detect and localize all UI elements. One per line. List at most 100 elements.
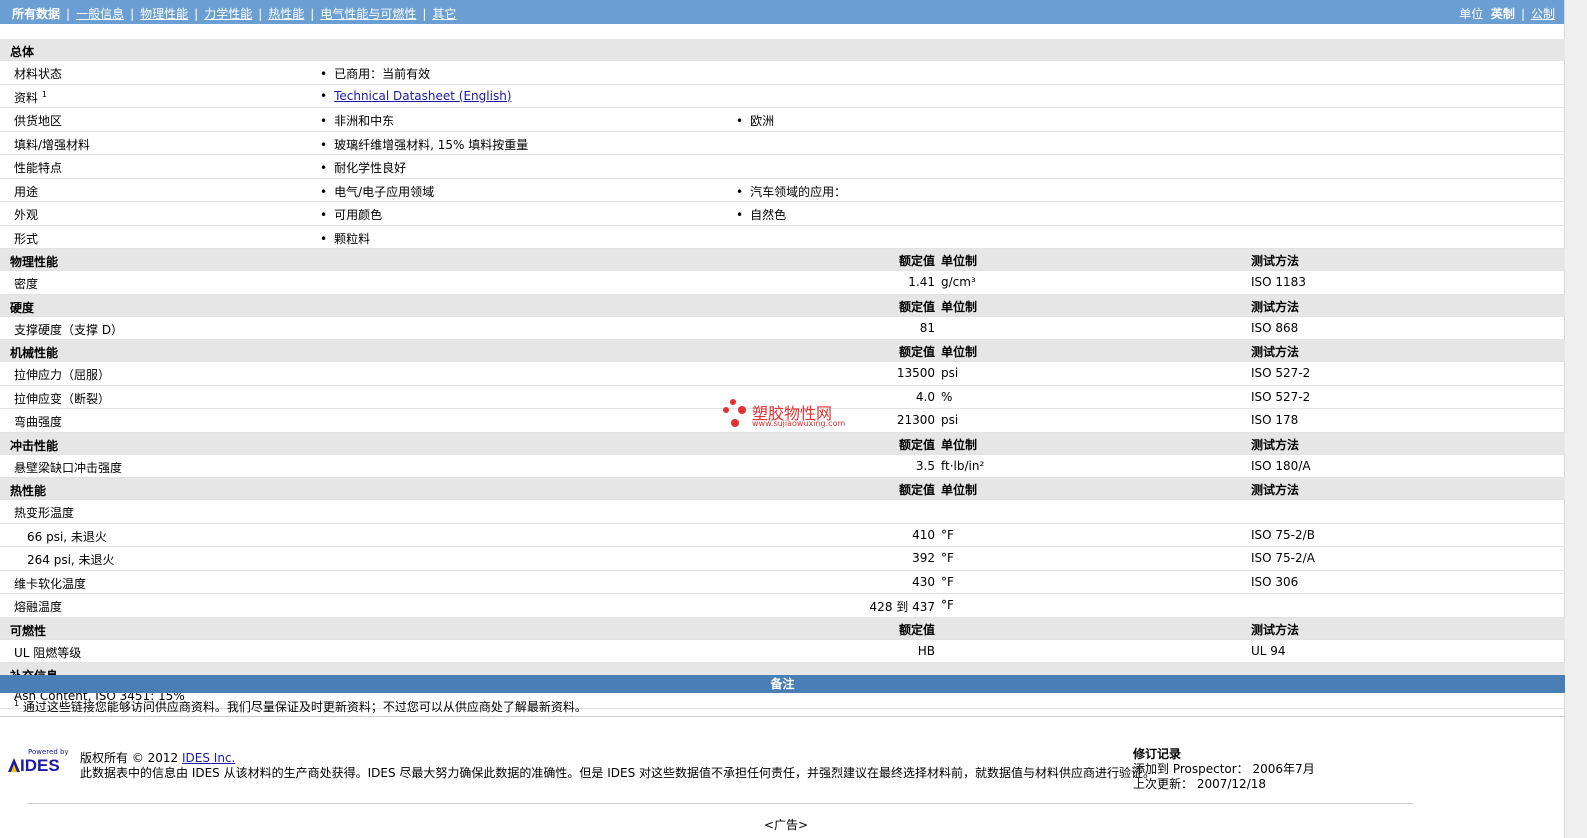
table-row: 热变形温度 bbox=[0, 500, 1565, 524]
ides-link[interactable]: IDES Inc. bbox=[182, 751, 235, 765]
row-label: 弯曲强度 bbox=[14, 415, 63, 429]
row-label: 维卡软化温度 bbox=[14, 576, 87, 591]
col-header-value: 额定值 bbox=[898, 254, 935, 268]
section-header-impact: 冲击性能 额定值 单位制 测试方法 bbox=[0, 432, 1565, 455]
row-label: 供货地区 bbox=[14, 114, 63, 128]
table-row: 66 psi, 未退火 410 °F ISO 75-2/B bbox=[0, 524, 1565, 547]
row-value: 颗粒料 bbox=[320, 230, 370, 247]
row-label: 材料状态 bbox=[14, 67, 63, 81]
col-header-method: 测试方法 bbox=[1251, 254, 1300, 268]
ides-logo-icon bbox=[8, 758, 20, 772]
row-method: ISO 75-2/B bbox=[1251, 527, 1315, 542]
table-row: 熔融温度 428 到 437 °F bbox=[0, 594, 1565, 618]
table-row: 外观 可用颜色 自然色 bbox=[0, 202, 1565, 226]
row-value: 1.41 bbox=[908, 275, 935, 289]
row-label: 熔融温度 bbox=[14, 600, 63, 614]
footnote-marker: 1 bbox=[41, 89, 47, 99]
row-value: 428 到 437 bbox=[869, 600, 935, 614]
tab-thermal[interactable]: 热性能 bbox=[268, 7, 304, 21]
unit-english[interactable]: 英制 bbox=[1491, 7, 1515, 21]
col-header-value: 额定值 bbox=[898, 622, 935, 637]
footnote-text: 通过这些链接您能够访问供应商资料。我们尽量保证及时更新资料；不过您可以从供应商处… bbox=[22, 700, 587, 714]
col-header-method: 测试方法 bbox=[1251, 622, 1300, 637]
row-label: 密度 bbox=[14, 277, 39, 291]
section-header-thermal: 热性能 额定值 单位制 测试方法 bbox=[0, 478, 1565, 500]
table-row: 拉伸应力（屈服） 13500 psi ISO 527-2 bbox=[0, 362, 1565, 386]
col-header-method: 测试方法 bbox=[1251, 483, 1300, 497]
revision-title: 修订记录 bbox=[1133, 747, 1182, 761]
tab-other[interactable]: 其它 bbox=[432, 7, 456, 21]
table-row: 维卡软化温度 430 °F ISO 306 bbox=[0, 571, 1565, 594]
technical-datasheet-link[interactable]: Technical Datasheet (English) bbox=[334, 89, 511, 103]
row-unit: °F bbox=[941, 527, 954, 542]
col-header-unit: 单位制 bbox=[941, 254, 978, 268]
col-header-value: 额定值 bbox=[898, 299, 935, 314]
divider bbox=[28, 803, 1413, 804]
row-label: 用途 bbox=[14, 184, 39, 199]
row-label: 填料/增强材料 bbox=[14, 137, 91, 152]
powered-by-label: Powered by bbox=[28, 748, 69, 756]
row-label: 264 psi, 未退火 bbox=[27, 553, 115, 567]
watermark-dots-icon bbox=[723, 399, 746, 427]
unit-switcher: 单位 英制 | 公制 bbox=[1459, 7, 1555, 21]
section-title: 热性能 bbox=[10, 484, 47, 498]
row-method: UL 94 bbox=[1251, 643, 1286, 658]
row-unit: psi bbox=[941, 366, 959, 380]
row-value: 电气/电子应用领域 bbox=[320, 183, 434, 200]
col-header-method: 测试方法 bbox=[1251, 299, 1300, 314]
disclaimer: 此数据表中的信息由 IDES 从该材料的生产商处获得。IDES 尽最大努力确保此… bbox=[80, 766, 1156, 780]
row-value: 耐化学性良好 bbox=[320, 159, 406, 176]
col-header-unit: 单位制 bbox=[941, 345, 978, 359]
section-header-mechanical: 机械性能 额定值 单位制 测试方法 bbox=[0, 340, 1565, 362]
table-row: 材料状态 已商用：当前有效 bbox=[0, 61, 1565, 85]
section-title: 硬度 bbox=[10, 300, 35, 315]
col-header-method: 测试方法 bbox=[1251, 437, 1300, 452]
row-unit: °F bbox=[941, 598, 954, 612]
row-unit: °F bbox=[941, 551, 954, 565]
col-header-unit: 单位制 bbox=[941, 299, 978, 314]
table-row: 资料 1 Technical Datasheet (English) bbox=[0, 85, 1565, 108]
row-label: 拉伸应变（断裂） bbox=[14, 391, 111, 406]
section-header-hardness: 硬度 额定值 单位制 测试方法 bbox=[0, 294, 1565, 317]
revision-updated: 上次更新： 2007/12/18 bbox=[1133, 777, 1267, 791]
watermark-url: www.sujiaowuxing.com bbox=[752, 419, 846, 428]
tab-all-data[interactable]: 所有数据 bbox=[12, 7, 60, 21]
unit-metric-link[interactable]: 公制 bbox=[1531, 7, 1555, 21]
section-title: 可燃性 bbox=[10, 623, 47, 638]
row-value: 392 bbox=[912, 551, 935, 565]
row-value: 非洲和中东 bbox=[320, 112, 394, 129]
row-value: 3.5 bbox=[915, 458, 935, 473]
section-header-flammability: 可燃性 额定值 测试方法 bbox=[0, 617, 1565, 640]
footnote: 1 通过这些链接您能够访问供应商资料。我们尽量保证及时更新资料；不过您可以从供应… bbox=[14, 698, 587, 715]
notes-header: 备注 bbox=[0, 675, 1565, 693]
section-title: 总体 bbox=[10, 45, 35, 59]
table-row: 性能特点 耐化学性良好 bbox=[0, 155, 1565, 179]
nav-tabs: 所有数据 | 一般信息 | 物理性能 | 力学性能 | 热性能 | 电气性能与可燃性 | 其它 bbox=[12, 7, 457, 21]
revision-history: 修订记录 添加到 Prospector： 2006年7月 上次更新： 2007/… bbox=[1133, 747, 1315, 792]
row-value: 13500 bbox=[896, 366, 935, 380]
row-method: ISO 1183 bbox=[1251, 275, 1306, 289]
row-label: UL 阻燃等级 bbox=[14, 645, 82, 660]
row-value: 81 bbox=[919, 320, 935, 335]
section-header-physical: 物理性能 额定值 单位制 测试方法 bbox=[0, 249, 1565, 271]
tab-physical[interactable]: 物理性能 bbox=[140, 7, 188, 21]
row-label: 热变形温度 bbox=[14, 506, 75, 520]
tab-electrical-flammability[interactable]: 电气性能与可燃性 bbox=[320, 7, 416, 21]
table-row: 供货地区 非洲和中东 欧洲 bbox=[0, 108, 1565, 132]
row-value: 已商用：当前有效 bbox=[320, 65, 430, 82]
row-unit: g/cm³ bbox=[941, 275, 976, 289]
row-label: 支撑硬度（支撑 D） bbox=[14, 322, 124, 337]
row-method: ISO 527-2 bbox=[1251, 366, 1311, 380]
tab-general-info[interactable]: 一般信息 bbox=[76, 7, 124, 21]
divider bbox=[0, 716, 1565, 717]
vertical-scrollbar[interactable] bbox=[1564, 0, 1587, 838]
units-label: 单位 bbox=[1459, 7, 1484, 21]
table-row: 264 psi, 未退火 392 °F ISO 75-2/A bbox=[0, 547, 1565, 571]
col-header-value: 额定值 bbox=[898, 437, 935, 452]
col-header-method: 测试方法 bbox=[1251, 345, 1300, 359]
tab-mechanical[interactable]: 力学性能 bbox=[204, 7, 252, 21]
col-header-unit: 单位制 bbox=[941, 483, 978, 497]
top-nav: 所有数据 | 一般信息 | 物理性能 | 力学性能 | 热性能 | 电气性能与可燃性 | 其它 单位 英… bbox=[0, 0, 1565, 24]
row-value-2: 欧洲 bbox=[736, 112, 774, 129]
row-value: 21300 bbox=[896, 413, 935, 427]
